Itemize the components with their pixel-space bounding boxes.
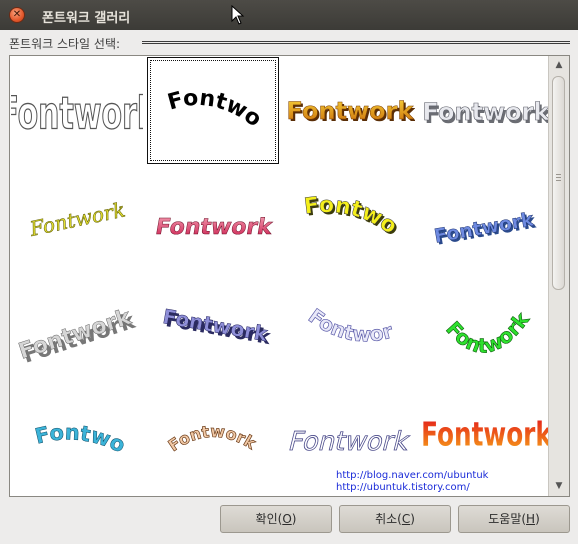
help-button[interactable]: 도움말(H) bbox=[458, 505, 570, 533]
cancel-button[interactable]: 취소(C) bbox=[339, 505, 451, 533]
grip-line-icon bbox=[556, 180, 561, 181]
fontwork-item-4[interactable]: Fontwork Fontwork bbox=[419, 57, 551, 164]
svg-text:Fontwork: Fontwork bbox=[165, 422, 260, 455]
svg-text:Fontwork: Fontwork bbox=[11, 378, 129, 457]
fontwork-item-16[interactable]: Fontwork bbox=[419, 378, 551, 485]
fontwork-item-10[interactable]: Fontwork Fontwork bbox=[147, 271, 279, 378]
fontwork-item-3[interactable]: Fontwork Fontwork bbox=[283, 57, 415, 164]
watermark-line-1: http://blog.naver.com/ubuntuk bbox=[336, 470, 489, 481]
grip-line-icon bbox=[556, 177, 561, 178]
watermark-text: http://blog.naver.com/ubuntuk http://ubu… bbox=[336, 470, 488, 494]
fontwork-item-11[interactable]: Fontwork bbox=[283, 271, 415, 378]
fontwork-item-14[interactable]: Fontwork bbox=[147, 378, 279, 485]
fontwork-item-5[interactable]: Fontwork bbox=[11, 164, 143, 271]
svg-text:Fontwork: Fontwork bbox=[161, 304, 270, 346]
fontwork-item-2[interactable]: Fontwork bbox=[147, 57, 279, 164]
fontwork-gallery-grid[interactable]: Fontwork Fontwork Fontwork Fontwork Font… bbox=[9, 55, 570, 497]
scroll-up-arrow-icon[interactable]: ▲ bbox=[549, 57, 569, 73]
scroll-down-arrow-icon[interactable]: ▼ bbox=[549, 478, 569, 494]
fontwork-item-6[interactable]: Fontwork bbox=[147, 164, 279, 271]
svg-text:Fontwork: Fontwork bbox=[27, 197, 127, 241]
grip-line-icon bbox=[556, 174, 561, 175]
fontwork-item-9[interactable]: Fontwork Fontwork bbox=[11, 271, 143, 378]
svg-text:Fontwork: Fontwork bbox=[433, 208, 536, 247]
fontwork-item-15[interactable]: Fontwork bbox=[283, 378, 415, 485]
section-label: 폰트워크 스타일 선택: bbox=[9, 35, 125, 52]
fontwork-item-8[interactable]: Fontwork Fontwork bbox=[419, 164, 551, 271]
fontwork-gallery-dialog: ✕ 폰트워크 갤러리 폰트워크 스타일 선택: Fontwork Fontwor… bbox=[0, 0, 578, 544]
svg-text:Fontwork: Fontwork bbox=[421, 415, 551, 453]
ok-button[interactable]: 확인(O) bbox=[220, 505, 332, 533]
fontwork-item-7[interactable]: Fontwork Fontwork bbox=[283, 164, 415, 271]
gallery-scrollbar[interactable]: ▲ ▼ bbox=[548, 56, 569, 496]
fontwork-item-1[interactable]: Fontwork bbox=[11, 57, 143, 164]
svg-text:Fontwork: Fontwork bbox=[153, 214, 275, 240]
watermark-line-2: http://ubuntuk.tistory.com/ bbox=[336, 482, 470, 493]
fontwork-item-12[interactable]: Fontwork bbox=[419, 271, 551, 378]
svg-text:Fontwork: Fontwork bbox=[283, 164, 402, 239]
title-bar[interactable]: ✕ 폰트워크 갤러리 bbox=[0, 0, 578, 30]
svg-text:Fontwork: Fontwork bbox=[441, 307, 534, 358]
close-icon[interactable]: ✕ bbox=[9, 7, 25, 23]
svg-text:Fontwork: Fontwork bbox=[283, 271, 395, 347]
svg-text:Fontwork: Fontwork bbox=[11, 89, 143, 140]
svg-text:Fontwork: Fontwork bbox=[286, 426, 414, 457]
svg-text:Fontwork: Fontwork bbox=[148, 58, 266, 132]
mouse-cursor-icon bbox=[231, 5, 245, 25]
svg-text:Fontwork: Fontwork bbox=[423, 98, 551, 126]
section-divider bbox=[142, 41, 570, 44]
fontwork-item-13[interactable]: Fontwork bbox=[11, 378, 143, 485]
window-title: 폰트워크 갤러리 bbox=[42, 11, 131, 26]
svg-text:Fontwork: Fontwork bbox=[287, 97, 415, 125]
scrollbar-thumb[interactable] bbox=[552, 76, 565, 290]
